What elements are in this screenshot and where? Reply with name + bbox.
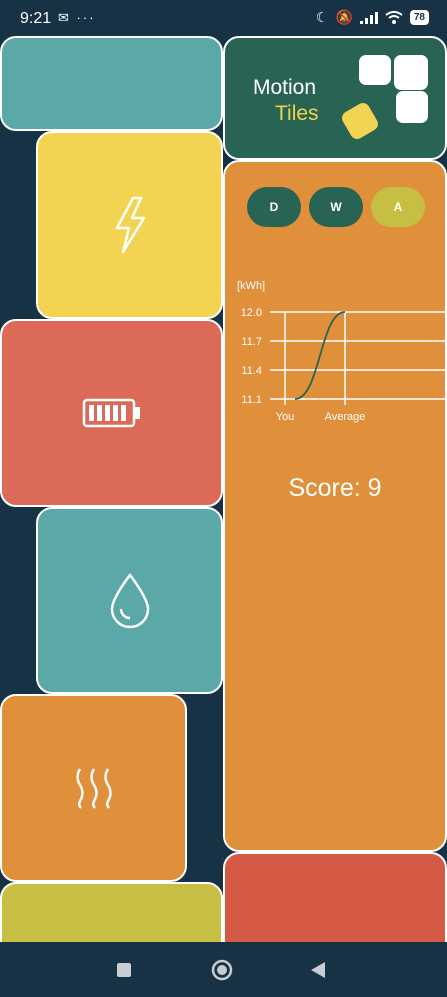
- battery-tile[interactable]: [0, 319, 223, 507]
- energy-chart: [kWh] 12.0 11.7 11.4 11.1 You Average: [237, 280, 447, 423]
- system-icons: ☾ 🔕 78: [316, 9, 429, 26]
- battery-icon: [82, 398, 140, 428]
- y-tick-label: 11.4: [241, 365, 262, 377]
- logo-text-motion: Motion: [253, 76, 317, 99]
- logo-text-tiles: Tiles: [275, 102, 319, 125]
- tab-all[interactable]: A: [371, 187, 425, 227]
- battery-indicator: 78: [409, 10, 429, 25]
- stats-panel: D W A [kWh] 12.0 11.7 11.4 11.1 You Average Sc…: [223, 160, 447, 852]
- y-tick-label: 11.1: [241, 394, 262, 406]
- heat-tile[interactable]: [0, 694, 187, 882]
- back-triangle-icon[interactable]: [310, 961, 326, 979]
- logo-tile: Motion Tiles: [223, 36, 447, 160]
- clock: 9:21: [20, 10, 52, 27]
- top-teal-tile[interactable]: [0, 36, 223, 131]
- y-axis-label: [kWh]: [237, 280, 265, 292]
- water-drop-icon: [110, 572, 149, 628]
- tab-week[interactable]: W: [309, 187, 363, 227]
- logo-square: [394, 55, 428, 90]
- status-bar: 9:21 ✉ ··· ☾ 🔕 78: [0, 0, 447, 38]
- x-tick-label: Average: [325, 411, 366, 423]
- notification-icons: ✉ ···: [58, 10, 96, 26]
- x-tick-label: You: [276, 411, 295, 423]
- logo-diamond: [339, 100, 381, 142]
- square-icon[interactable]: [116, 962, 132, 978]
- navigation-bar: [0, 942, 447, 997]
- logo-square: [396, 91, 428, 123]
- energy-tile[interactable]: [36, 131, 223, 319]
- y-tick-label: 11.7: [241, 336, 262, 348]
- heat-icon: [75, 768, 112, 809]
- signal-icon: [359, 11, 378, 24]
- score-text: Score: 9: [288, 474, 382, 502]
- mute-icon: 🔕: [335, 9, 353, 25]
- circle-icon[interactable]: [211, 959, 233, 981]
- series-line: [294, 311, 346, 400]
- notification-icon: ✉: [58, 10, 71, 25]
- moon-icon: ☾: [315, 9, 329, 25]
- lightning-icon: [115, 196, 145, 254]
- water-tile[interactable]: [36, 507, 223, 694]
- wifi-icon: [385, 11, 403, 24]
- y-tick-label: 12.0: [241, 307, 262, 319]
- logo-square: [359, 55, 391, 85]
- tab-day[interactable]: D: [247, 187, 301, 227]
- more-dots-icon: ···: [76, 10, 96, 25]
